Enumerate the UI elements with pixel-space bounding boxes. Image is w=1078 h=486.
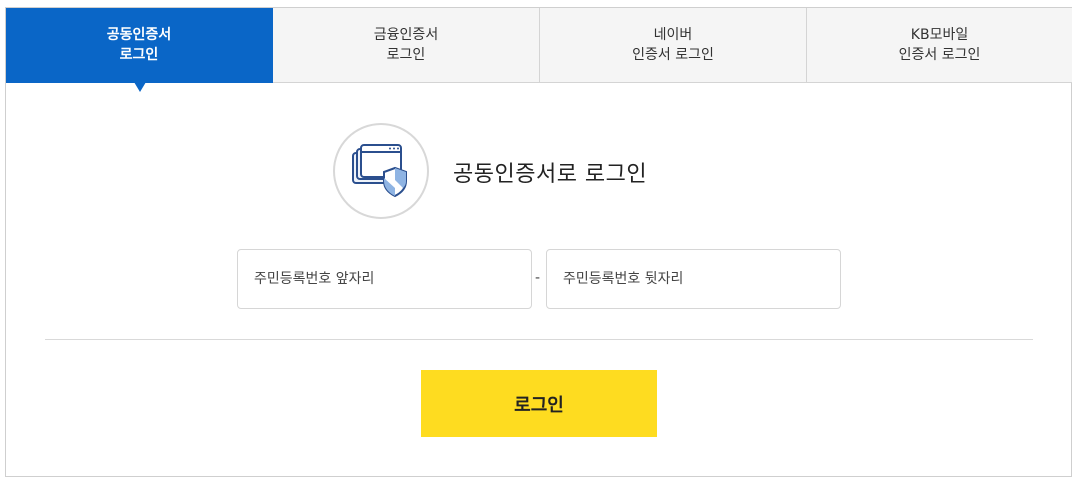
divider — [45, 339, 1033, 340]
tab-label-line1: 공동인증서 — [106, 27, 172, 43]
tab-label-line2: 로그인 — [386, 47, 426, 63]
tab-label-line2: 인증서 로그인 — [632, 47, 714, 63]
tab-label-line1: 금융인증서 — [373, 27, 439, 43]
tab-kb-mobile-certificate[interactable]: KB모바일 인증서 로그인 — [807, 8, 1072, 83]
tab-naver-certificate[interactable]: 네이버 인증서 로그인 — [540, 8, 807, 83]
rrn-front-input[interactable] — [237, 249, 532, 309]
login-method-tabs: 공동인증서 로그인 금융인증서 로그인 네이버 인증서 로그인 KB모바일 인증… — [6, 8, 1072, 92]
rrn-separator: - — [535, 270, 541, 286]
certificate-icon-circle — [333, 123, 429, 219]
certificate-shield-icon — [352, 144, 407, 198]
tab-label-line2: 인증서 로그인 — [898, 47, 981, 63]
login-panel: 공동인증서 로그인 금융인증서 로그인 네이버 인증서 로그인 KB모바일 인증… — [5, 7, 1072, 477]
rrn-back-input[interactable] — [546, 249, 841, 309]
tab-label-line1: 네이버 — [653, 27, 693, 43]
tab-label-line1: KB모바일 — [910, 27, 969, 43]
login-button[interactable]: 로그인 — [421, 370, 657, 437]
tab-joint-certificate[interactable]: 공동인증서 로그인 — [6, 8, 273, 92]
login-title: 공동인증서로 로그인 — [453, 162, 648, 187]
tab-financial-certificate[interactable]: 금융인증서 로그인 — [273, 8, 540, 83]
tab-label-line2: 로그인 — [119, 47, 159, 63]
